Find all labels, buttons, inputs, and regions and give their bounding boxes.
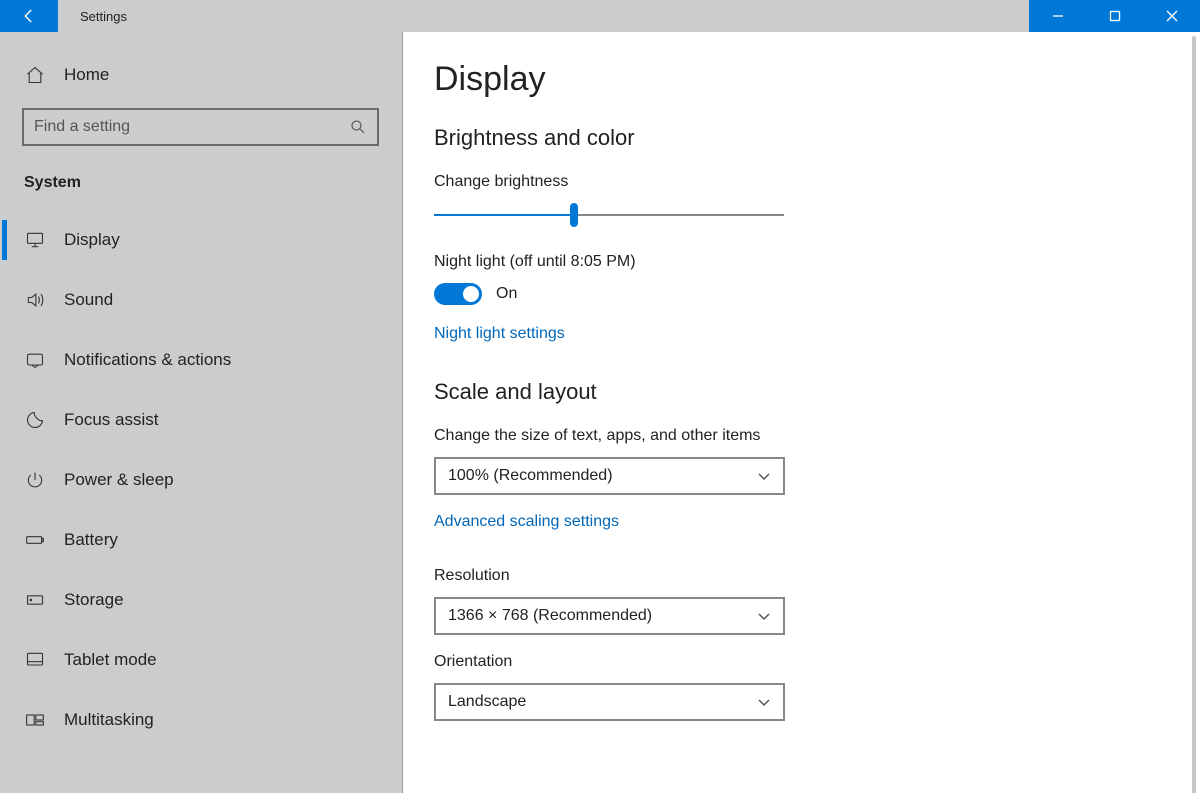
brightness-label: Change brightness — [434, 173, 1200, 191]
tablet-icon — [24, 649, 46, 671]
arrow-left-icon — [20, 7, 38, 25]
vertical-scrollbar[interactable] — [1192, 36, 1196, 793]
page-title: Display — [434, 60, 1200, 99]
home-nav[interactable]: Home — [0, 52, 402, 98]
sidebar-item-label: Storage — [64, 590, 124, 610]
sidebar-item-tablet[interactable]: Tablet mode — [0, 630, 402, 690]
maximize-button[interactable] — [1086, 0, 1143, 32]
scale-label: Change the size of text, apps, and other… — [434, 427, 1200, 445]
back-button[interactable] — [0, 0, 58, 32]
brightness-slider[interactable] — [434, 203, 784, 227]
settings-window: Settings Home — [0, 0, 1200, 793]
sidebar-item-label: Battery — [64, 530, 118, 550]
close-button[interactable] — [1143, 0, 1200, 32]
advanced-scaling-link[interactable]: Advanced scaling settings — [434, 513, 619, 531]
section-scale-heading: Scale and layout — [434, 379, 1200, 405]
maximize-icon — [1108, 9, 1122, 23]
night-light-label: Night light (off until 8:05 PM) — [434, 253, 1200, 271]
scale-value: 100% (Recommended) — [448, 467, 613, 485]
home-icon — [24, 64, 46, 86]
window-controls — [1029, 0, 1200, 32]
sidebar-item-sound[interactable]: Sound — [0, 270, 402, 330]
focus-icon — [24, 409, 46, 431]
night-light-toggle[interactable] — [434, 283, 482, 305]
slider-thumb[interactable] — [570, 203, 578, 227]
nav-list: Display Sound Notifications & actions Focus… — [0, 210, 402, 750]
orientation-dropdown[interactable]: Landscape — [434, 683, 785, 721]
storage-icon — [24, 589, 46, 611]
night-light-settings-link[interactable]: Night light settings — [434, 325, 565, 343]
chevron-down-icon — [757, 695, 771, 709]
display-icon — [24, 229, 46, 251]
home-label: Home — [64, 65, 109, 85]
resolution-value: 1366 × 768 (Recommended) — [448, 607, 652, 625]
sidebar-item-label: Multitasking — [64, 710, 154, 730]
scale-dropdown[interactable]: 100% (Recommended) — [434, 457, 785, 495]
slider-track-filled — [434, 214, 574, 216]
sidebar-item-label: Power & sleep — [64, 470, 174, 490]
search-box[interactable] — [22, 108, 379, 146]
sidebar-item-notifications[interactable]: Notifications & actions — [0, 330, 402, 390]
multitasking-icon — [24, 709, 46, 731]
resolution-dropdown[interactable]: 1366 × 768 (Recommended) — [434, 597, 785, 635]
orientation-value: Landscape — [448, 693, 526, 711]
sidebar-item-display[interactable]: Display — [0, 210, 402, 270]
section-label: System — [0, 146, 402, 200]
sidebar-item-label: Display — [64, 230, 120, 250]
sidebar-item-focus[interactable]: Focus assist — [0, 390, 402, 450]
titlebar: Settings — [0, 0, 1200, 32]
minimize-icon — [1051, 9, 1065, 23]
resolution-label: Resolution — [434, 567, 1200, 585]
sidebar-item-label: Notifications & actions — [64, 350, 231, 370]
sidebar-item-multitasking[interactable]: Multitasking — [0, 690, 402, 750]
close-icon — [1165, 9, 1179, 23]
power-icon — [24, 469, 46, 491]
sidebar-item-storage[interactable]: Storage — [0, 570, 402, 630]
slider-track-empty — [574, 214, 784, 216]
window-title: Settings — [58, 0, 127, 32]
section-brightness-heading: Brightness and color — [434, 125, 1200, 151]
sidebar-item-power[interactable]: Power & sleep — [0, 450, 402, 510]
orientation-label: Orientation — [434, 653, 1200, 671]
sidebar-item-label: Focus assist — [64, 410, 158, 430]
toggle-knob — [463, 286, 479, 302]
night-light-state: On — [496, 285, 517, 303]
sidebar-item-battery[interactable]: Battery — [0, 510, 402, 570]
main-content: Display Brightness and color Change brig… — [403, 32, 1200, 793]
sidebar-item-label: Tablet mode — [64, 650, 157, 670]
minimize-button[interactable] — [1029, 0, 1086, 32]
search-icon — [349, 118, 367, 136]
sidebar: Home System Display Sound Notifications & … — [0, 32, 403, 793]
sound-icon — [24, 289, 46, 311]
sidebar-item-label: Sound — [64, 290, 113, 310]
chevron-down-icon — [757, 469, 771, 483]
chevron-down-icon — [757, 609, 771, 623]
battery-icon — [24, 529, 46, 551]
search-input[interactable] — [34, 118, 349, 136]
notifications-icon — [24, 349, 46, 371]
